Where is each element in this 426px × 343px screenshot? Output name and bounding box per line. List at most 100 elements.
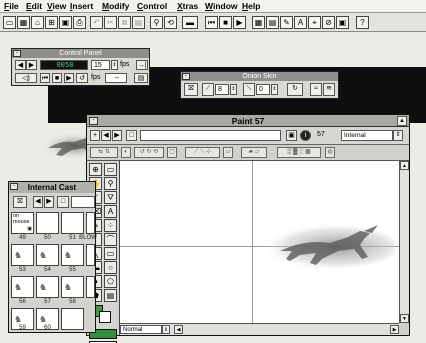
scroll-left-icon[interactable]: ◀ [174,325,183,334]
show-background-icon[interactable]: ≋ [323,83,335,96]
add-member-icon[interactable]: + [90,130,100,141]
control-panel-title-bar[interactable]: Control Panel [12,49,149,58]
paint-vertical-scrollbar[interactable]: ▲ ▼ [399,161,409,323]
cast-member-cell[interactable]: on mouse ▣ [11,212,34,234]
cast-member-cell[interactable] [86,276,95,298]
menu-xtras[interactable]: Xtras [177,1,198,11]
drag-member-icon[interactable]: □ [126,130,137,141]
cast-member-cell[interactable]: ♞ [36,276,59,298]
cast-member-cell[interactable] [61,212,84,234]
perspective-icon[interactable]: ▱ [223,147,233,158]
play-icon[interactable]: ▶ [233,16,246,29]
paint-close-icon[interactable]: - [89,117,98,125]
onion-skin-title-bar[interactable]: Onion Skin [181,72,338,81]
step-forward-icon[interactable]: ▶ [26,60,37,70]
cast-member-cell[interactable] [36,212,59,234]
loop-icon[interactable]: ↺ [76,73,88,83]
arc-icon[interactable]: ⌒ [104,233,117,246]
track-background-icon[interactable]: ↻ [287,83,303,96]
onion-skin-close-icon[interactable]: - [182,73,190,80]
trace-edges-icon[interactable]: ▢ [167,147,177,158]
toggle-onion-icon[interactable]: ⛝ [184,83,198,96]
help-icon[interactable]: ? [356,16,369,29]
exchange-icon[interactable]: ⟲ [164,16,177,29]
scroll-right-icon[interactable]: ▶ [390,325,399,334]
step-back-icon[interactable]: ◀ [15,60,26,70]
slant-icon[interactable]: ▰ ▱ [241,147,267,158]
cast-member-cell[interactable]: ♞ [11,244,34,266]
stage-icon[interactable]: ▬ [182,16,198,29]
gradient-icon[interactable]: ▤ [104,289,117,302]
following-icon[interactable]: ⟍ [243,83,255,96]
step-forward-frame-icon[interactable]: →| [136,60,148,70]
cast-drag-icon[interactable]: □ [57,196,69,208]
cast-edit-icon[interactable]: ⛝ [13,196,27,208]
cast-member-cell[interactable]: ♞ [11,276,34,298]
cast-member-cell[interactable] [86,244,95,266]
paint-bucket-icon[interactable]: ⛛ [104,191,117,204]
save-icon[interactable]: ▣ [59,16,72,29]
menu-modify[interactable]: Modify [102,1,129,11]
cast-title-bar[interactable]: Internal Cast [9,182,95,193]
tempo-field[interactable]: 15 [91,60,110,70]
stop-icon[interactable]: ■ [52,73,62,83]
ink-select[interactable]: Normal [120,325,162,334]
polygon-icon[interactable]: ⬠ [104,275,117,288]
cast-member-cell[interactable] [86,212,95,234]
stop-icon[interactable]: ■ [219,16,232,29]
paste-icon[interactable]: ▤ [132,16,145,29]
paint-canvas[interactable] [120,161,399,323]
preceding-stepper[interactable]: ⇕ [230,84,237,95]
ink-dropdown-icon[interactable]: ⇕ [162,325,170,334]
preceding-field[interactable]: 8 [215,84,229,95]
cast-next-icon[interactable]: ▶ [44,196,54,208]
menu-window[interactable]: Window [205,1,238,11]
play-icon[interactable]: ▶ [64,73,74,83]
invert-icon[interactable]: ◐ [121,147,131,158]
tempo-stepper[interactable]: ⇕ [111,60,118,70]
cast-window-icon[interactable]: ▤ [266,16,279,29]
scroll-down-icon[interactable]: ▼ [400,314,409,323]
menu-insert[interactable]: Insert [70,1,93,11]
score-icon[interactable]: ▦ [252,16,265,29]
menu-edit[interactable]: Edit [26,1,42,11]
member-name-input[interactable] [140,130,281,141]
free-rotate-icon[interactable]: ⟋ ⟍ ⊹ [185,147,220,158]
paint-icon[interactable]: ✎ [280,16,293,29]
text-tool-icon[interactable]: A [104,205,117,218]
rewind-icon[interactable]: ⏮ [205,16,218,29]
palette-dropdown-icon[interactable]: ⇕ [393,130,403,141]
script-icon[interactable]: ▣ [336,16,349,29]
scroll-up-icon[interactable]: ▲ [400,161,409,170]
cast-member-cell[interactable] [61,308,84,330]
cast-name-input[interactable] [71,196,95,208]
set-background-icon[interactable]: ≈ [310,83,322,96]
field-icon[interactable]: ⌖ [308,16,321,29]
control-panel-close-icon[interactable]: - [13,50,21,57]
fill-effects-icon[interactable]: ▒ ▓ ░ ▩ [277,147,321,158]
paint-maximize-icon[interactable]: ▲ [397,116,407,126]
menu-control[interactable]: Control [137,1,167,11]
cast-member-cell[interactable]: ♞ [61,276,84,298]
next-member-icon[interactable]: ▶ [112,130,122,141]
undo-icon[interactable]: ↶ [90,16,103,29]
new-movie-icon[interactable]: ▭ [3,16,16,29]
paint-title-bar[interactable]: Paint 57 [87,115,409,127]
cast-prev-icon[interactable]: ◀ [33,196,43,208]
open-icon[interactable]: ⌂ [31,16,44,29]
previous-member-icon[interactable]: ◀ [101,130,111,141]
smooth-icon[interactable]: ◍ [325,147,335,158]
rewind-icon[interactable]: ⏮ [40,73,50,83]
cut-icon[interactable]: ✂ [104,16,117,29]
paint-horizontal-scrollbar[interactable]: Normal ⇕ ◀ ▶ [120,323,399,335]
flip-horizontal-icon[interactable]: ⇆ ⇅ [90,147,118,158]
palette-select[interactable]: Internal [341,130,393,141]
cast-member-cell[interactable]: ♞ [61,244,84,266]
new-cast-icon[interactable]: ▦ [17,16,30,29]
menu-help[interactable]: Help [242,1,260,11]
find-icon[interactable]: ⚲ [150,16,163,29]
magnify-icon[interactable]: ⚲ [104,177,117,190]
menu-file[interactable]: File [4,1,19,11]
marquee-icon[interactable]: ▭ [104,163,117,176]
selected-frames-icon[interactable]: ▤ [134,73,148,83]
